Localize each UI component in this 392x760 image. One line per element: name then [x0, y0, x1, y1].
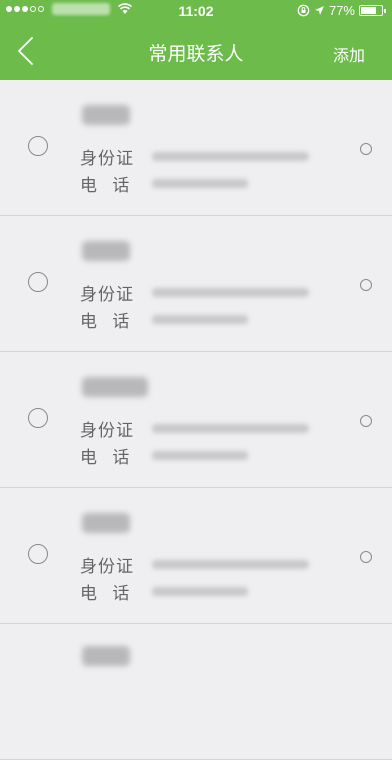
select-radio[interactable]: [28, 408, 48, 428]
id-card-label: 身份证: [80, 285, 134, 305]
contact-name-redacted: [82, 105, 130, 125]
contact-row[interactable]: 身份证 电 话: [0, 216, 392, 352]
phone-label: 电 话: [80, 448, 135, 468]
id-number-redacted: [152, 560, 309, 569]
phone-number-redacted: [152, 179, 248, 188]
add-button[interactable]: 添加: [333, 42, 365, 66]
id-number-redacted: [152, 288, 309, 297]
status-bar: 11:02 77%: [0, 0, 392, 22]
phone-label: 电 话: [80, 312, 135, 332]
battery-cap: [384, 8, 386, 13]
id-card-label: 身份证: [80, 421, 134, 441]
status-right: 77%: [297, 3, 386, 18]
phone-number-redacted: [152, 315, 248, 324]
contact-row[interactable]: 身份证 电 话: [0, 352, 392, 488]
phone-number-redacted: [152, 587, 248, 596]
contact-list: 身份证 电 话 身份证 电 话 身份证 电 话 身份证 电 话: [0, 80, 392, 760]
select-radio[interactable]: [28, 544, 48, 564]
contact-row[interactable]: 身份证 电 话: [0, 488, 392, 624]
id-card-label: 身份证: [80, 149, 134, 169]
detail-indicator-icon[interactable]: [360, 415, 372, 427]
detail-indicator-icon[interactable]: [360, 143, 372, 155]
contact-row[interactable]: [0, 624, 392, 760]
battery-icon: [359, 5, 383, 16]
id-number-redacted: [152, 152, 309, 161]
phone-label: 电 话: [80, 584, 135, 604]
contact-row[interactable]: 身份证 电 话: [0, 80, 392, 216]
id-card-label: 身份证: [80, 557, 134, 577]
battery-percent: 77%: [328, 3, 355, 18]
select-radio[interactable]: [28, 136, 48, 156]
contact-name-redacted: [82, 377, 148, 397]
contact-name-redacted: [82, 241, 130, 261]
orientation-lock-icon: [297, 4, 310, 17]
select-radio[interactable]: [28, 272, 48, 292]
detail-indicator-icon[interactable]: [360, 551, 372, 563]
navigation-bar: 常用联系人 添加: [0, 22, 392, 80]
id-number-redacted: [152, 424, 309, 433]
contact-name-redacted: [82, 513, 130, 533]
phone-number-redacted: [152, 451, 248, 460]
location-arrow-icon: [314, 6, 324, 15]
phone-label: 电 话: [80, 176, 135, 196]
battery-fill: [361, 7, 377, 14]
detail-indicator-icon[interactable]: [360, 279, 372, 291]
contact-name-redacted: [82, 646, 130, 666]
